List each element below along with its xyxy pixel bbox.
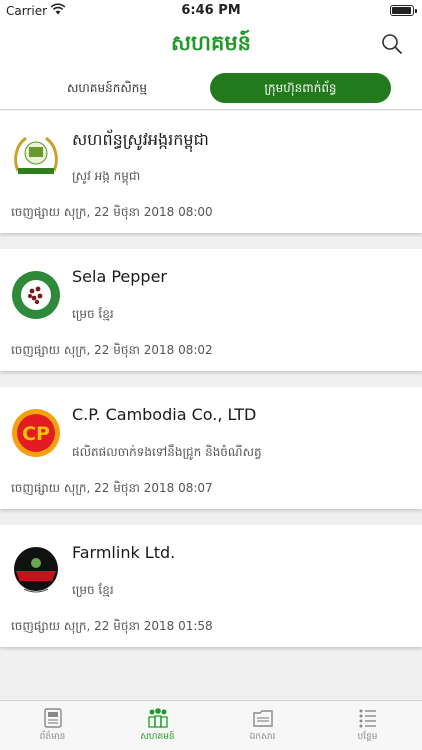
tab-bar: ព័ត៌មាន សហគមន៍ ឯកសារ បន្ថែម [0, 700, 422, 750]
sela-pepper-logo [12, 271, 60, 319]
list-item[interactable]: CP C.P. Cambodia Co., LTD ផលិតផលចាក់ទងទៅ… [0, 387, 422, 509]
segmented-control: សហគមន៍កសិកម្ម ក្រុមហ៊ុនពាក់ព័ន្ធ [0, 68, 422, 110]
battery-icon [390, 5, 417, 16]
page-title: សហគមន៍ [171, 31, 251, 55]
tab-more[interactable]: បន្ថែម [315, 707, 420, 749]
search-icon[interactable] [380, 32, 404, 56]
more-icon [359, 709, 376, 728]
item-published-date: ចេញផ្សាយ សុក្រ, 22 មិថុនា 2018 08:00 [11, 205, 213, 219]
item-published-date: ចេញផ្សាយ សុក្រ, 22 មិថុនា 2018 08:02 [11, 343, 213, 357]
item-subtitle: ម្រេច ខ្មែរ [72, 583, 114, 597]
tab-label: ព័ត៌មាន [39, 732, 66, 742]
clock: 6:46 PM [181, 3, 241, 18]
list-item[interactable]: Sela Pepper ម្រេច ខ្មែរ ចេញផ្សាយ សុក្រ, … [0, 249, 422, 371]
item-published-date: ចេញផ្សាយ សុក្រ, 22 មិថុនា 2018 01:58 [11, 619, 213, 633]
svg-text:CP: CP [22, 423, 50, 445]
tab-label: សហគមន៍ [140, 732, 175, 742]
list-item[interactable]: Farmlink Ltd. ម្រេច ខ្មែរ ចេញផ្សាយ សុក្រ… [0, 525, 422, 647]
cp-logo: CP [12, 409, 60, 457]
item-subtitle: ស្រូវ អង្ក កម្ពុជា [72, 169, 141, 183]
item-name: Sela Pepper [72, 267, 167, 286]
item-name: C.P. Cambodia Co., LTD [72, 405, 257, 424]
tab-documents[interactable]: ឯកសារ [210, 707, 315, 749]
segment-related-companies[interactable]: ក្រុមហ៊ុនពាក់ព័ន្ធ [210, 73, 391, 103]
item-subtitle: ផលិតផលចាក់ទងទៅនឹងជ្រូក និងចំណីសត្វ [72, 445, 262, 459]
tab-label: បន្ថែម [357, 732, 378, 742]
segment-farm-communities[interactable]: សហគមន៍កសិកម្ម [22, 73, 192, 103]
tab-news[interactable]: ព័ត៌មាន [0, 707, 105, 749]
item-name: Farmlink Ltd. [72, 543, 176, 562]
kampot-pepper-logo [14, 547, 58, 593]
item-name: សហព័ន្ធស្រូវអង្ករកម្ពុជា [72, 130, 209, 149]
list-item[interactable]: សហព័ន្ធស្រូវអង្ករកម្ពុជា ស្រូវ អង្ក កម្ព… [0, 111, 422, 233]
item-published-date: ចេញផ្សាយ សុក្រ, 22 មិថុនា 2018 08:07 [11, 481, 213, 495]
status-bar: Carrier 6:46 PM [0, 0, 422, 22]
rice-federation-logo [14, 136, 58, 174]
tab-community[interactable]: សហគមន៍ [105, 707, 210, 749]
news-icon [43, 708, 62, 728]
documents-icon [252, 710, 273, 727]
community-icon [147, 708, 168, 728]
tab-label: ឯកសារ [249, 732, 276, 742]
item-subtitle: ម្រេច ខ្មែរ [72, 307, 114, 321]
navigation-bar: សហគមន៍ [0, 22, 422, 68]
